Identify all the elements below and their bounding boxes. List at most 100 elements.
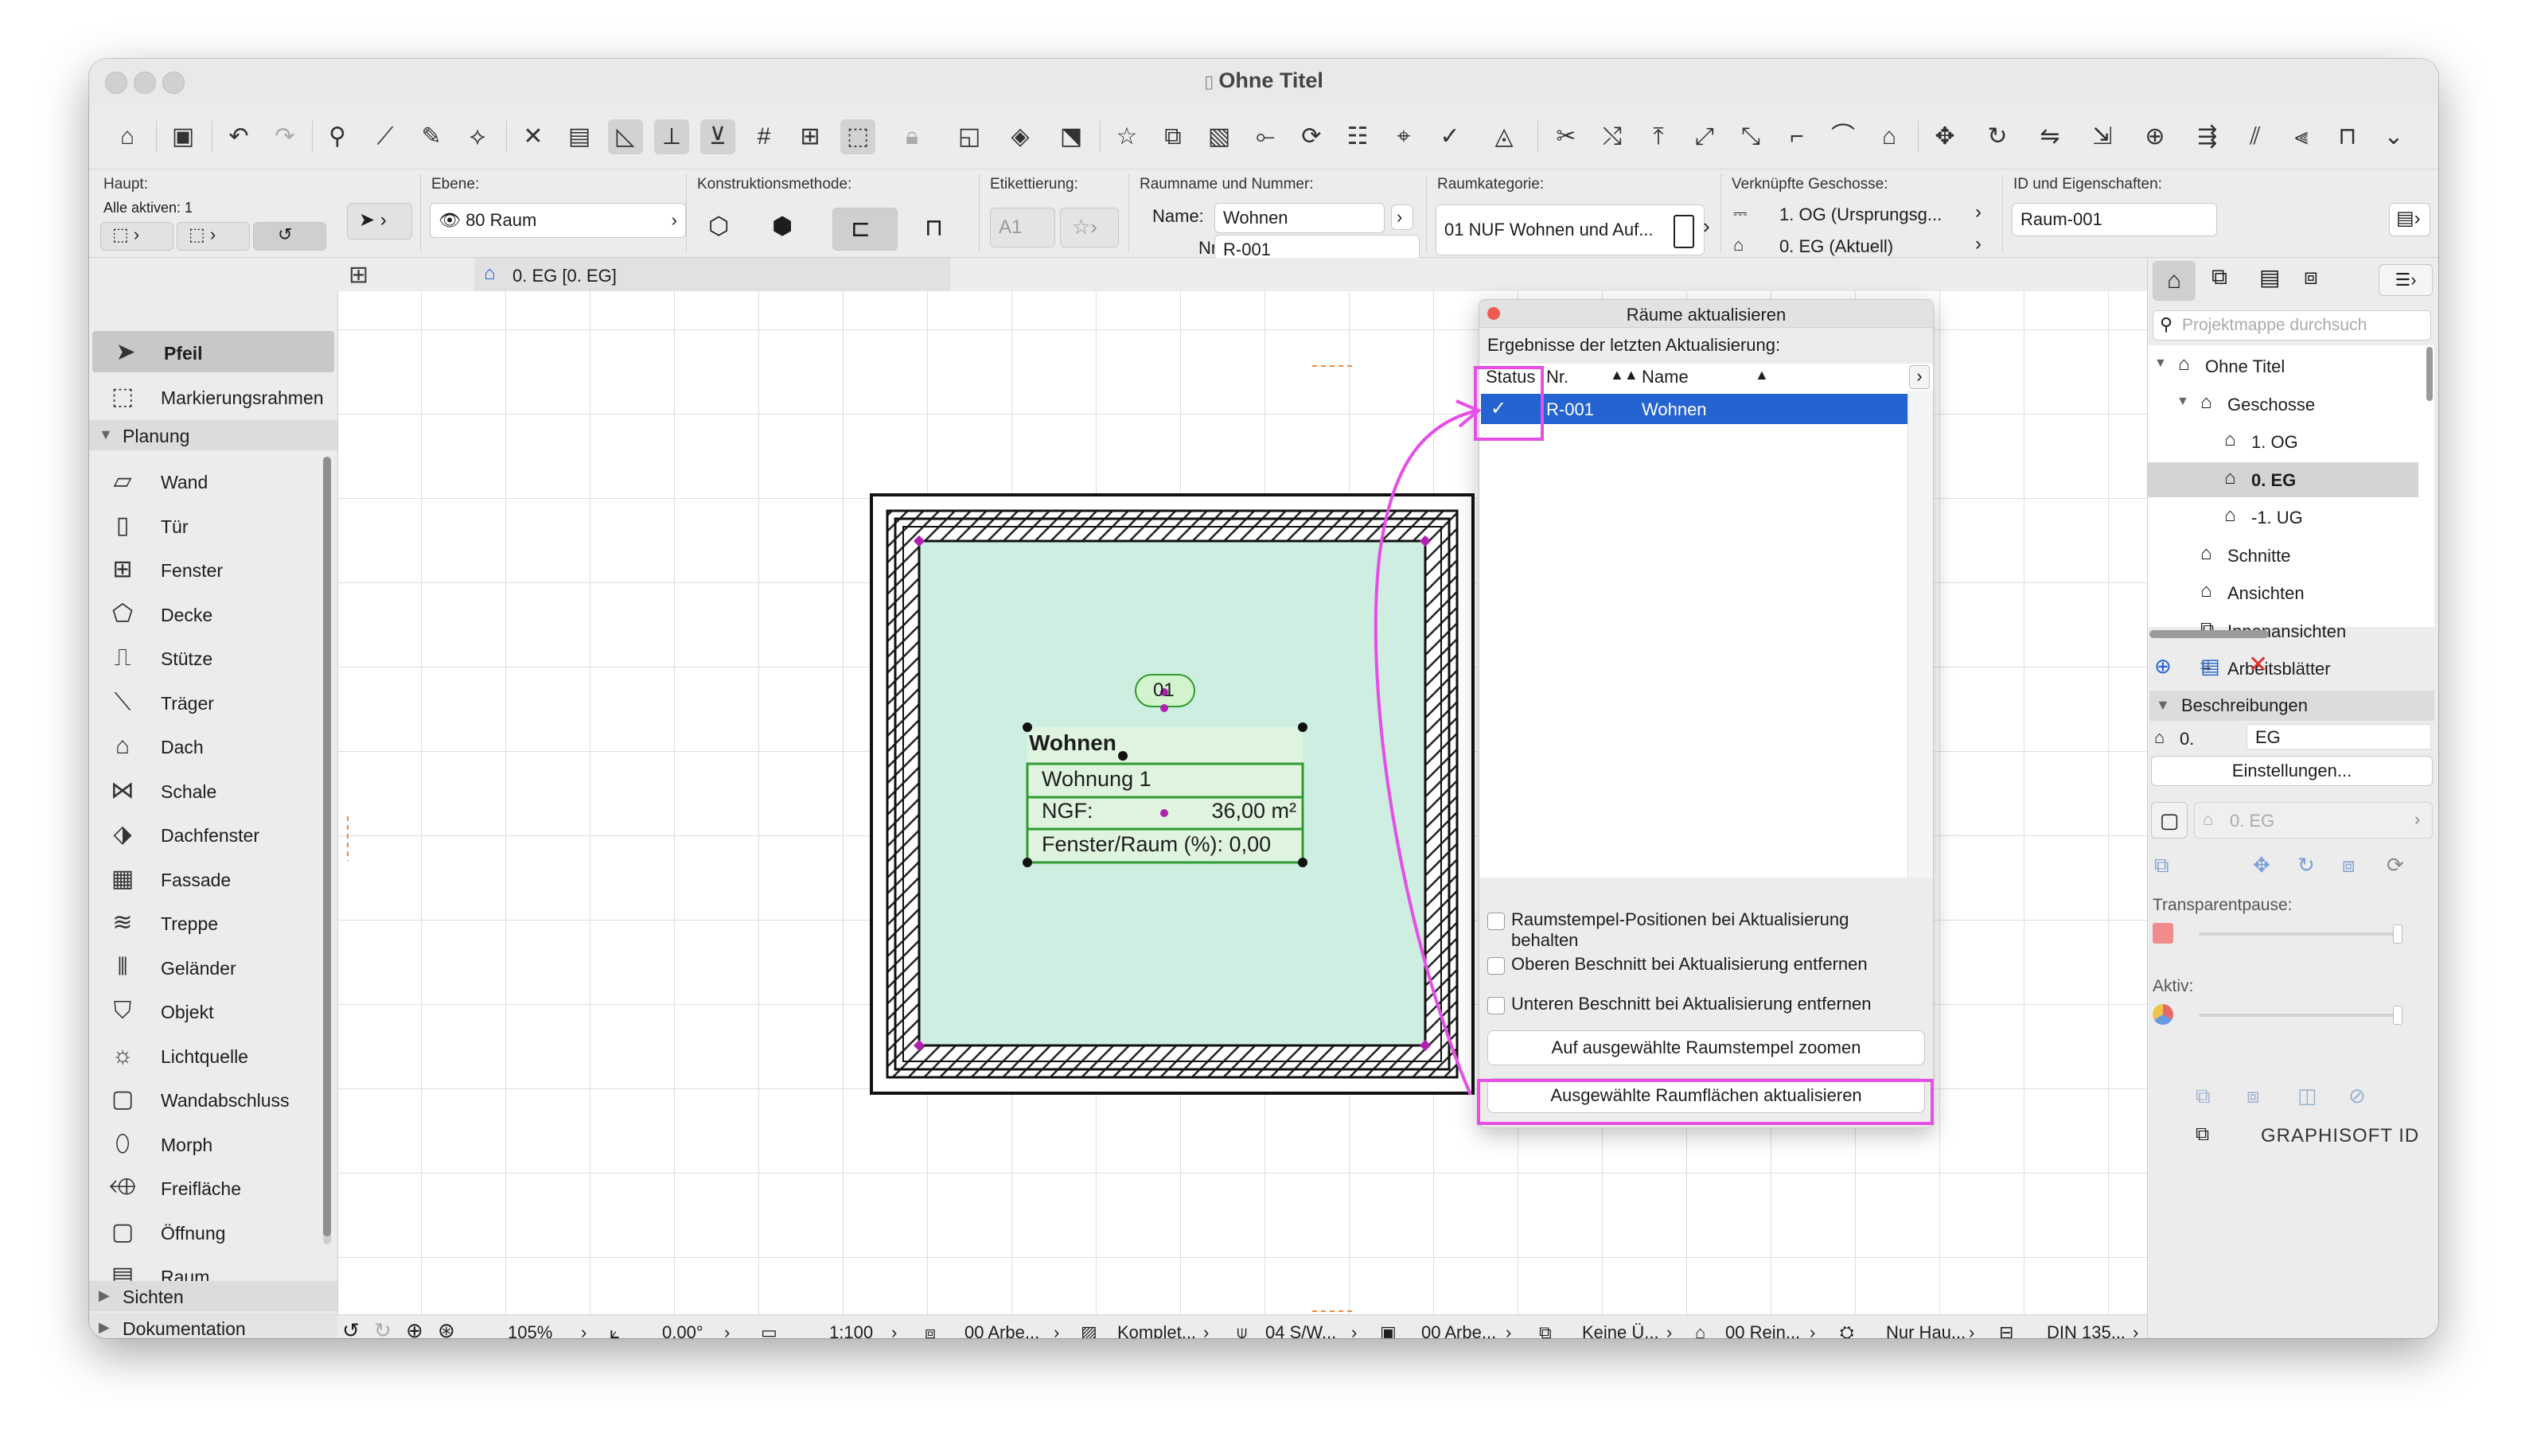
col-nr[interactable]: Nr. [1546, 367, 1568, 387]
chevron-right-icon[interactable]: › [1351, 1322, 1357, 1338]
tool-morph[interactable]: ⬯ Morph [89, 1123, 337, 1166]
model-view-value[interactable]: 00 Arbe... [1421, 1322, 1496, 1338]
snap-points-icon[interactable]: ⊻ [700, 119, 735, 154]
transparency-color-swatch[interactable] [2153, 923, 2173, 944]
view-map-icon[interactable]: ⧉ [2211, 264, 2227, 290]
home-icon[interactable]: ⌂ [110, 119, 145, 154]
window-layout-icon[interactable]: ⧉ [2196, 1123, 2209, 1146]
rectangle-method-button[interactable]: ⊏ [832, 208, 898, 251]
tool-wall-end[interactable]: ▢ Wandabschluss [89, 1078, 337, 1121]
chevron-right-icon[interactable]: › [1810, 1322, 1815, 1338]
chevron-right-icon[interactable]: › [1203, 1322, 1209, 1338]
teamwork-icon[interactable]: ⟳ [1294, 119, 1329, 154]
tool-slab[interactable]: ⬠ Decke [89, 593, 337, 636]
snap-icon[interactable]: ◺ [608, 119, 643, 154]
publisher-sets-icon[interactable]: ⧈ [2304, 264, 2318, 290]
chevron-right-icon[interactable]: › [2133, 1322, 2138, 1338]
disclosure-down-icon[interactable]: ▼ [2176, 395, 2189, 409]
adjust-icon[interactable]: ⤭ [1595, 119, 1630, 154]
trace-reference-select[interactable]: ⌂ 0. EG › [2194, 802, 2433, 839]
trace-icon[interactable]: ⬔ [1054, 119, 1089, 154]
rotate-selection-button[interactable]: ↺ [253, 222, 326, 251]
tree-item-story-ug[interactable]: ⌂ -1. UG [2148, 500, 2418, 535]
tree-hscrollbar[interactable] [2149, 630, 2269, 638]
renovation-value[interactable]: Keine Ü... [1582, 1322, 1659, 1338]
remove-top-trim-checkbox[interactable] [1487, 957, 1505, 975]
tool-object[interactable]: ⛉ Objekt [89, 990, 337, 1033]
trace-hide-icon[interactable]: ⊘ [2348, 1084, 2366, 1108]
remove-bottom-trim-checkbox[interactable] [1487, 997, 1505, 1014]
scissors-icon[interactable]: ✂ [1549, 119, 1584, 154]
top-story-value[interactable]: 1. OG (Ursprungsg... [1779, 204, 1942, 225]
label-icon[interactable]: ⌖ [1386, 119, 1421, 154]
guide-lines-icon[interactable]: ⟂ [654, 119, 689, 154]
publisher-icon[interactable]: ⧉ [1155, 119, 1190, 154]
grid-snap-icon[interactable]: # [746, 119, 781, 154]
view-settings-icon[interactable]: ▢ [2151, 802, 2188, 839]
3d-view-icon[interactable]: ◈ [1003, 119, 1038, 154]
rotate-view-icon[interactable]: ↺ [342, 1318, 360, 1338]
selection-filter-button[interactable]: ⬚ › [100, 222, 173, 251]
arrow-tool-button[interactable]: ➤ › [347, 203, 412, 239]
angle-value[interactable]: 0,00° [662, 1322, 703, 1338]
chevron-right-icon[interactable]: › [1666, 1322, 1672, 1338]
project-search-input[interactable]: ⚲ Projektmappe durchsuch [2153, 310, 2431, 341]
tree-item-worksheets[interactable]: ⌗ Arbeitsblätter [2148, 651, 2418, 686]
rotate-icon[interactable]: ↻ [1980, 119, 2015, 154]
settings-list-icon[interactable]: ▤ [2200, 654, 2220, 679]
lock-icon[interactable]: 🔒︎ [894, 119, 929, 154]
resize-icon[interactable]: ⤢ [1687, 119, 1722, 154]
name-arrow-button[interactable]: › [1391, 204, 1413, 230]
group-dokumentation[interactable]: ▶ Dokumentation [89, 1313, 337, 1338]
tool-window[interactable]: ⊞ Fenster [89, 548, 337, 591]
roof-icon[interactable]: ⌂ [1872, 119, 1907, 154]
tree-item-elevations[interactable]: ⌂ Ansichten [2148, 575, 2418, 610]
tree-scrollbar[interactable] [2426, 347, 2433, 401]
tree-item-project[interactable]: ▼ ⌂ Ohne Titel [2148, 348, 2418, 383]
tool-wall[interactable]: ▱ Wand [89, 460, 337, 503]
schedule-icon[interactable]: ☷ [1340, 119, 1375, 154]
tool-door[interactable]: ▯ Tür [89, 504, 337, 547]
undo-icon[interactable]: ↶ [221, 119, 256, 154]
chevron-right-icon[interactable]: › [1975, 201, 1982, 224]
structure-value[interactable]: Komplet... [1117, 1322, 1196, 1338]
mirror-icon[interactable]: ⇋ [2032, 119, 2067, 154]
col-name[interactable]: Name [1642, 367, 1689, 387]
filter-value[interactable]: 00 Rein... [1725, 1322, 1800, 1338]
scale-value[interactable]: 1:100 [829, 1322, 873, 1338]
chevron-right-icon[interactable]: › [1506, 1322, 1511, 1338]
result-row[interactable]: ✓ R-001 Wohnen [1481, 394, 1907, 424]
move-reference-icon[interactable]: ✥ [2253, 853, 2270, 878]
link-icon[interactable]: ⟜ [1248, 119, 1283, 154]
tree-item-story-1og[interactable]: ⌂ 1. OG [2148, 424, 2418, 459]
tree-item-story-0eg[interactable]: ⌂ 0. EG [2148, 461, 2418, 497]
measure-icon[interactable]: ▤ [562, 119, 597, 154]
chevron-right-icon[interactable]: › [1703, 214, 1710, 239]
graphisoft-id-label[interactable]: GRAPHISOFT ID [2261, 1125, 2419, 1147]
pen-injector-icon[interactable]: ✎ [414, 119, 449, 154]
zoom-value[interactable]: 105% [508, 1322, 552, 1338]
settings-button[interactable]: Einstellungen... [2151, 756, 2433, 786]
elevate-icon[interactable]: ⤒ [1641, 119, 1676, 154]
transparency-slider[interactable] [2199, 932, 2401, 936]
zone-name-field[interactable]: Wohnen [1214, 203, 1385, 233]
favorite-label-button[interactable]: ☆› [1060, 208, 1119, 247]
trace-compare-icon[interactable]: ⧉ [2154, 853, 2169, 878]
tool-stair[interactable]: ≋ Treppe [89, 901, 337, 944]
tool-arrow[interactable]: ➤ Pfeil [92, 331, 334, 372]
layer-combo-value[interactable]: 00 Arbe... [964, 1322, 1039, 1338]
trace-split-icon[interactable]: ◫ [2297, 1084, 2317, 1108]
group-planung[interactable]: ▼ Planung [89, 420, 337, 450]
trim-icon[interactable]: ⤡ [1733, 119, 1768, 154]
active-color-icon[interactable] [2153, 1004, 2173, 1025]
trace-overlay-icon[interactable]: ⧈ [2246, 1084, 2260, 1109]
cross-icon[interactable]: ✕ [516, 119, 551, 154]
layout-book-icon[interactable]: ▤ [2259, 264, 2280, 290]
active-slider[interactable] [2199, 1014, 2401, 1017]
offset-icon[interactable]: ⇶ [2190, 119, 2225, 154]
tool-mesh[interactable]: ⬲ Freifläche [89, 1166, 337, 1209]
rotate-reference-icon[interactable]: ↻ [2297, 853, 2315, 878]
update-zones-button[interactable]: Ausgewählte Raumflächen aktualisieren [1487, 1078, 1925, 1113]
chevron-right-icon[interactable]: › [1909, 365, 1930, 389]
graphic-override-value[interactable]: Nur Hau... [1886, 1322, 1966, 1338]
